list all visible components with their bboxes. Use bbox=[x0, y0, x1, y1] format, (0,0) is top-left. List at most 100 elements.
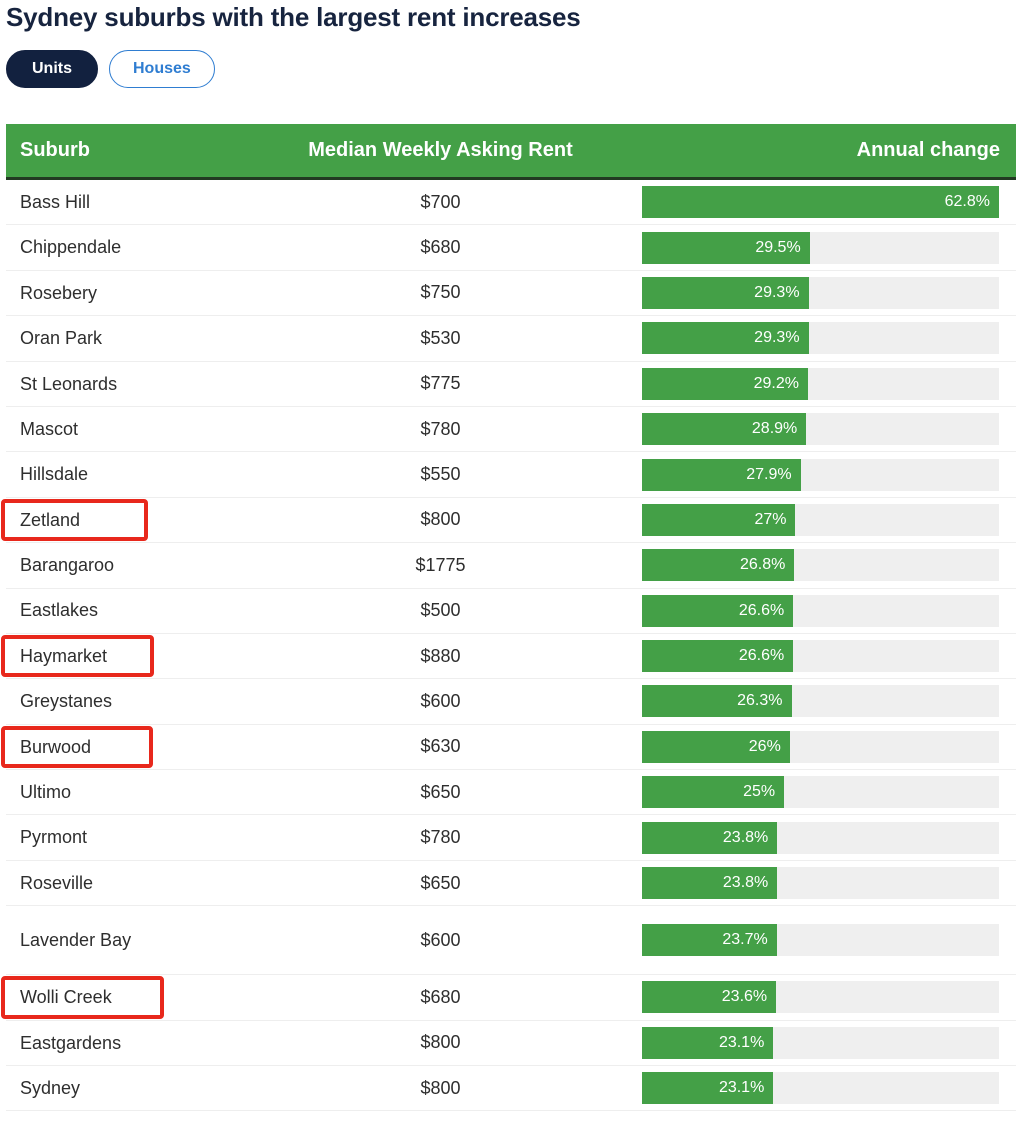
cell-suburb: Mascot bbox=[20, 418, 79, 439]
table-row: Bass Hill $700 62.8% bbox=[6, 180, 1016, 226]
cell-median-rent: $780 bbox=[420, 418, 461, 439]
bar-value-label: 27.9% bbox=[746, 465, 792, 483]
cell-suburb: Wolli Creek bbox=[20, 987, 112, 1008]
bar-fill: 29.3% bbox=[642, 322, 809, 355]
cell-suburb: Greystanes bbox=[20, 691, 113, 712]
table-row: Haymarket $880 26.6% bbox=[1, 633, 1016, 680]
cell-median-rent: $800 bbox=[420, 1032, 461, 1053]
bar-track: 26% bbox=[642, 730, 999, 763]
bar-fill: 23.7% bbox=[642, 924, 777, 957]
bar-fill: 26.6% bbox=[642, 640, 794, 673]
cell-median-rent: $600 bbox=[420, 929, 461, 950]
bar-value-label: 26.3% bbox=[737, 692, 783, 710]
table-row: Rosebery $750 29.3% bbox=[6, 270, 1016, 317]
table-row: Zetland $800 27% bbox=[1, 497, 1016, 544]
cell-annual-change: 26.8% bbox=[642, 549, 1016, 582]
cell-median-rent: $750 bbox=[420, 282, 461, 303]
bar-fill: 26% bbox=[642, 730, 790, 763]
bar-fill: 26.6% bbox=[642, 594, 794, 627]
bar-fill: 23.1% bbox=[642, 1072, 774, 1105]
bar-value-label: 23.8% bbox=[722, 828, 769, 846]
bar-fill: 29.3% bbox=[642, 276, 809, 309]
cell-annual-change: 26% bbox=[642, 730, 1016, 763]
cell-median-rent: $1775 bbox=[415, 554, 466, 575]
bar-fill: 23.8% bbox=[642, 821, 778, 854]
table-row: Eastlakes $500 26.6% bbox=[6, 588, 1016, 634]
cell-suburb: Haymarket bbox=[20, 645, 108, 666]
rent-increase-table-page: Sydney suburbs with the largest rent inc… bbox=[0, 0, 1024, 1131]
table-row: Greystanes $600 26.3% bbox=[6, 679, 1016, 725]
bar-value-label: 23.1% bbox=[718, 1033, 765, 1051]
bar-track: 25% bbox=[642, 776, 999, 809]
cell-median-rent: $600 bbox=[420, 690, 461, 711]
bar-track: 23.1% bbox=[642, 1026, 999, 1059]
bar-track: 26.3% bbox=[642, 685, 999, 718]
cell-annual-change: 23.8% bbox=[642, 821, 1016, 854]
bar-fill: 29.5% bbox=[642, 231, 810, 264]
bar-track: 29.3% bbox=[642, 276, 999, 309]
bar-fill: 26.8% bbox=[642, 549, 795, 582]
bar-track: 26.6% bbox=[642, 640, 999, 673]
table-row: Roseville $650 23.8% bbox=[6, 860, 1016, 907]
bar-fill: 27.9% bbox=[642, 458, 801, 491]
cell-median-rent: $630 bbox=[420, 736, 461, 757]
bar-value-label: 62.8% bbox=[944, 193, 990, 211]
table-row: Ultimo $650 25% bbox=[6, 770, 1016, 816]
cell-median-rent: $680 bbox=[420, 237, 461, 258]
cell-annual-change: 29.5% bbox=[642, 231, 1016, 264]
bar-track: 26.8% bbox=[642, 549, 999, 582]
table-row: Oran Park $530 29.3% bbox=[6, 316, 1016, 362]
bar-fill: 62.8% bbox=[642, 186, 999, 219]
bar-track: 28.9% bbox=[642, 413, 999, 446]
table-row: Barangaroo $1775 26.8% bbox=[6, 543, 1016, 589]
bar-value-label: 26.6% bbox=[738, 601, 785, 619]
cell-annual-change: 26.6% bbox=[642, 594, 1016, 627]
cell-suburb: Ultimo bbox=[20, 782, 72, 803]
table-row: Chippendale $680 29.5% bbox=[6, 225, 1016, 271]
bar-value-label: 29.3% bbox=[754, 329, 800, 347]
cell-median-rent: $800 bbox=[420, 1077, 461, 1098]
bar-fill: 25% bbox=[642, 776, 785, 809]
bar-track: 23.8% bbox=[642, 821, 999, 854]
bar-fill: 27% bbox=[642, 503, 796, 536]
table-row: Sydney $800 23.1% bbox=[6, 1066, 1016, 1112]
cell-annual-change: 29.2% bbox=[642, 367, 1016, 400]
cell-annual-change: 26.3% bbox=[642, 685, 1016, 718]
rent-table: Suburb Median Weekly Asking Rent Annual … bbox=[1, 124, 1016, 1112]
cell-suburb: Hillsdale bbox=[20, 464, 89, 485]
cell-suburb: Bass Hill bbox=[20, 191, 91, 212]
cell-suburb: Chippendale bbox=[20, 237, 122, 258]
bar-value-label: 23.6% bbox=[721, 988, 768, 1006]
toggle-option-units[interactable]: Units bbox=[6, 50, 98, 88]
column-header-median-rent: Median Weekly Asking Rent bbox=[308, 139, 573, 161]
bar-fill: 23.6% bbox=[642, 981, 777, 1014]
toggle-option-houses[interactable]: Houses bbox=[109, 50, 215, 88]
cell-median-rent: $880 bbox=[420, 645, 461, 666]
column-header-suburb: Suburb bbox=[20, 139, 90, 161]
cell-annual-change: 28.9% bbox=[642, 413, 1016, 446]
cell-annual-change: 26.6% bbox=[642, 640, 1016, 673]
cell-annual-change: 27.9% bbox=[642, 458, 1016, 491]
bar-track: 23.6% bbox=[642, 981, 999, 1014]
table-body: Bass Hill $700 62.8% Chippendale $680 29.5% Ro… bbox=[1, 180, 1016, 1112]
table-row: Mascot $780 28.9% bbox=[6, 406, 1016, 453]
cell-suburb: Oran Park bbox=[20, 328, 103, 349]
cell-suburb: Burwood bbox=[20, 736, 92, 757]
table-row: St Leonards $775 29.2% bbox=[6, 361, 1016, 407]
cell-suburb: Pyrmont bbox=[20, 827, 88, 848]
cell-annual-change: 62.8% bbox=[642, 186, 1016, 219]
bar-value-label: 26.6% bbox=[738, 647, 785, 665]
cell-median-rent: $700 bbox=[420, 191, 461, 212]
cell-median-rent: $800 bbox=[420, 509, 461, 530]
bar-track: 27.9% bbox=[642, 458, 999, 491]
table-row: Pyrmont $780 23.8% bbox=[6, 815, 1016, 861]
cell-annual-change: 23.1% bbox=[642, 1026, 1016, 1059]
cell-suburb: Roseville bbox=[20, 872, 94, 893]
cell-median-rent: $650 bbox=[420, 781, 461, 802]
bar-fill: 23.1% bbox=[642, 1026, 774, 1059]
table-row: Wolli Creek $680 23.6% bbox=[1, 975, 1016, 1021]
cell-median-rent: $775 bbox=[420, 373, 461, 394]
cell-median-rent: $550 bbox=[420, 464, 461, 485]
cell-median-rent: $500 bbox=[420, 600, 461, 621]
bar-track: 27% bbox=[642, 503, 999, 536]
